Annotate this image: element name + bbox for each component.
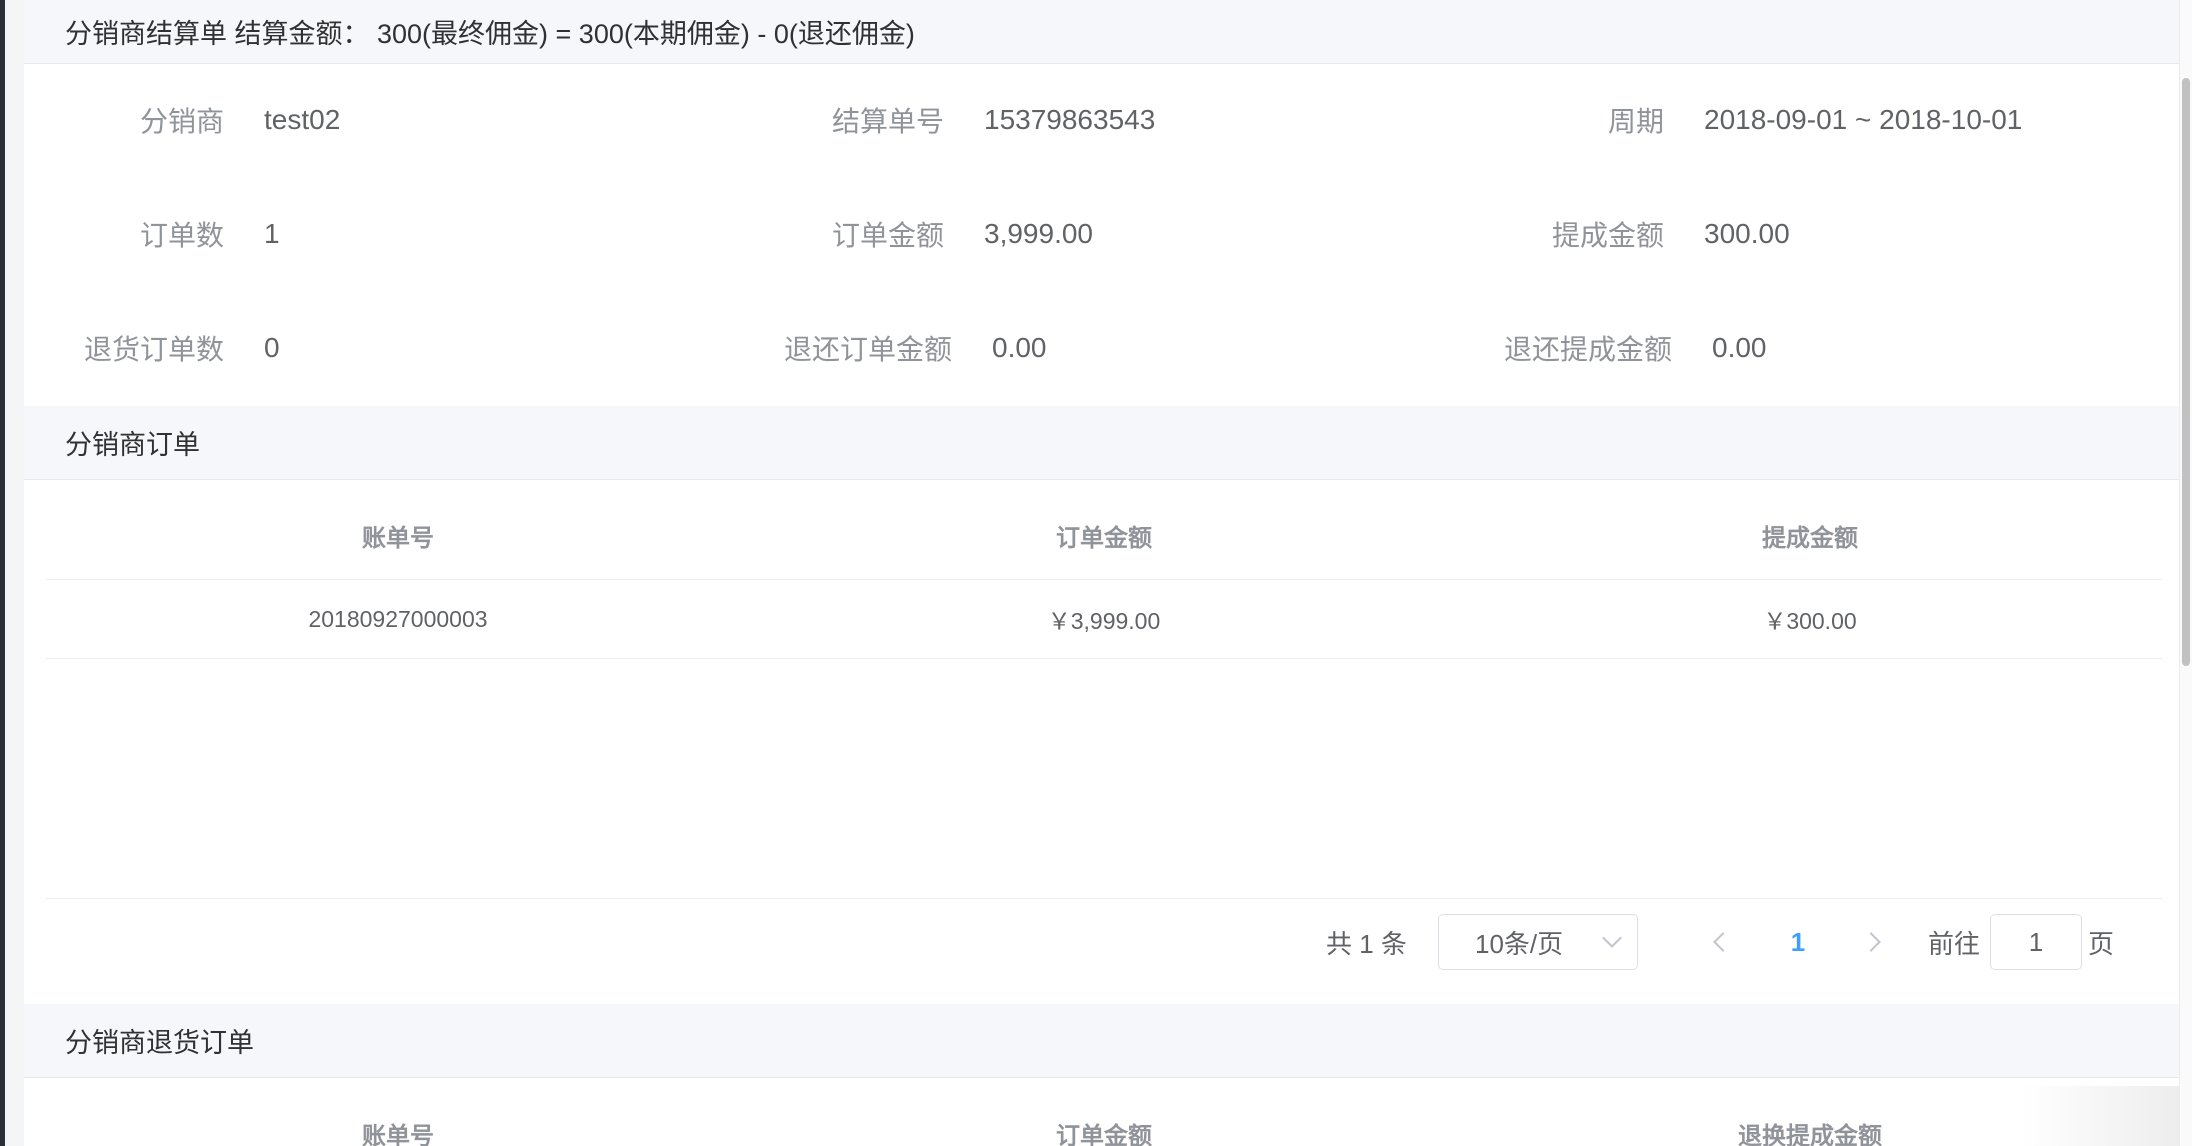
info-order-amount: 订单金额 3,999.00	[744, 204, 1093, 264]
info-period: 周期 2018-09-01 ~ 2018-10-01	[1464, 90, 2022, 150]
returns-header: 分销商退货订单	[24, 1004, 2180, 1078]
goto-label: 前往	[1928, 928, 1981, 959]
info-value: 0.00	[1712, 332, 1767, 363]
pagination-total: 共 1 条	[1326, 928, 1407, 959]
bottom-shadow	[2020, 1086, 2180, 1146]
table-row[interactable]: 20180927000003 ￥3,999.00 ￥300.00	[45, 580, 2163, 659]
settlement-header: 分销商结算单 结算金额： 300(最终佣金) = 300(本期佣金) - 0(退…	[24, 0, 2180, 64]
info-value: 1	[264, 218, 280, 249]
info-label: 退还提成金额	[1503, 334, 1672, 365]
info-value: 300.00	[1704, 218, 1790, 249]
orders-table: 账单号 订单金额 提成金额 20180927000003 ￥3,999.00 ￥…	[45, 480, 2163, 659]
goto-suffix: 页	[2088, 928, 2115, 959]
info-settlement-no: 结算单号 15379863543	[744, 90, 1155, 150]
cell-bill-no: 20180927000003	[308, 605, 488, 632]
info-value: 2018-09-01 ~ 2018-10-01	[1704, 104, 2023, 135]
info-row-3: 退货订单数 0 退还订单金额 0.00 退还提成金额 0.00	[24, 318, 2180, 378]
scrollbar-thumb[interactable]	[2182, 78, 2190, 666]
column-header-order-amount[interactable]: 订单金额	[751, 518, 1457, 579]
page-size-value: 10条/页	[1475, 928, 1564, 959]
goto-page-input[interactable]	[1990, 914, 2082, 970]
info-label: 分销商	[139, 106, 224, 137]
info-label: 周期	[1607, 106, 1664, 137]
cell-commission: ￥300.00	[1763, 608, 1857, 634]
orders-table-bottom-border	[45, 898, 2163, 899]
page-size-select[interactable]: 10条/页	[1438, 914, 1638, 970]
chevron-right-icon[interactable]	[1854, 914, 1894, 970]
info-distributor: 分销商 test02	[24, 90, 340, 150]
info-return-commission-amount: 退还提成金额 0.00	[1464, 318, 1767, 378]
returns-table: 账单号 订单金额 退换提成金额	[45, 1078, 2163, 1146]
info-label: 结算单号	[831, 106, 944, 137]
info-commission-amount: 提成金额 300.00	[1464, 204, 1790, 264]
chevron-down-icon	[1602, 928, 1622, 948]
column-header-bill-no[interactable]: 账单号	[45, 518, 751, 579]
pagination-page-current[interactable]: 1	[1776, 914, 1820, 970]
column-header-order-amount[interactable]: 订单金额	[751, 1116, 1457, 1146]
info-value: 15379863543	[984, 104, 1156, 135]
returns-table-header: 账单号 订单金额 退换提成金额	[45, 1078, 2163, 1146]
returns-title: 分销商退货订单	[65, 1028, 254, 1058]
left-gutter	[5, 0, 24, 1146]
settlement-title: 分销商结算单 结算金额： 300(最终佣金) = 300(本期佣金) - 0(退…	[65, 19, 915, 49]
column-header-commission[interactable]: 提成金额	[1457, 518, 2163, 579]
info-label: 订单数	[139, 220, 224, 251]
orders-title: 分销商订单	[65, 430, 200, 460]
orders-header: 分销商订单	[24, 406, 2180, 480]
info-label: 退货订单数	[83, 334, 224, 365]
orders-table-header: 账单号 订单金额 提成金额	[45, 480, 2163, 580]
info-order-count: 订单数 1	[24, 204, 280, 264]
info-value: 0	[264, 332, 280, 363]
info-row-1: 分销商 test02 结算单号 15379863543 周期 2018-09-0…	[24, 90, 2180, 150]
settlement-content: 分销商结算单 结算金额： 300(最终佣金) = 300(本期佣金) - 0(退…	[24, 0, 2180, 1146]
info-value: 3,999.00	[984, 218, 1093, 249]
page: 分销商结算单 结算金额： 300(最终佣金) = 300(本期佣金) - 0(退…	[0, 0, 2192, 1146]
info-return-order-amount: 退还订单金额 0.00	[744, 318, 1047, 378]
chevron-left-icon[interactable]	[1700, 914, 1740, 970]
orders-pagination: 共 1 条 10条/页 1 前往 页	[24, 914, 2180, 970]
info-value: test02	[264, 104, 341, 135]
info-label: 提成金额	[1551, 220, 1664, 251]
info-label: 退还订单金额	[783, 334, 952, 365]
info-label: 订单金额	[831, 220, 944, 251]
cell-order-amount: ￥3,999.00	[1047, 608, 1161, 634]
info-value: 0.00	[992, 332, 1047, 363]
info-row-2: 订单数 1 订单金额 3,999.00 提成金额 300.00	[24, 204, 2180, 264]
info-return-order-count: 退货订单数 0	[24, 318, 280, 378]
column-header-bill-no[interactable]: 账单号	[45, 1116, 751, 1146]
